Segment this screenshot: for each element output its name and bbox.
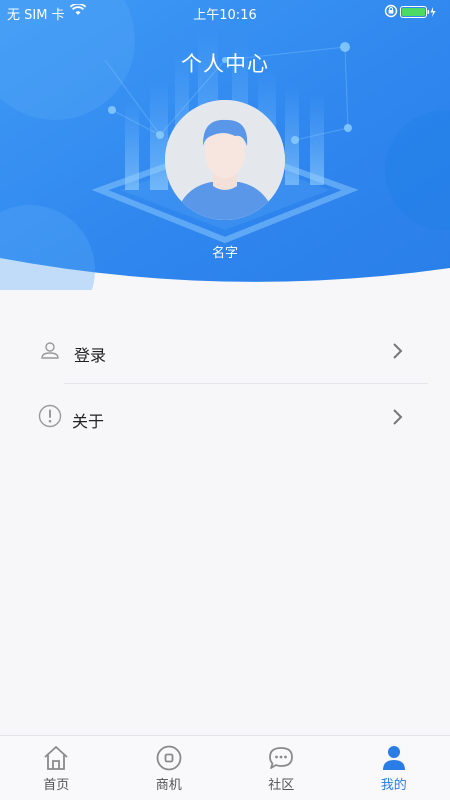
menu-item-label: 登录 [74, 346, 107, 365]
menu-item-login[interactable]: 登录 [0, 318, 450, 384]
orientation-lock-icon [384, 4, 398, 22]
profile-icon [380, 744, 408, 776]
tab-home[interactable]: 首页 [0, 736, 113, 800]
user-name: 名字 [211, 246, 238, 261]
tab-label: 首页 [43, 778, 70, 793]
tab-bar: 首页 商机 社区 我的 [0, 735, 450, 800]
status-time: 上午10:16 [193, 8, 257, 23]
tab-mine[interactable]: 我的 [338, 736, 450, 800]
page-title: 个人中心 [181, 52, 269, 76]
info-icon [38, 404, 62, 432]
person-icon [38, 340, 62, 368]
chevron-right-icon [392, 342, 404, 364]
profile-menu: 登录 关于 [0, 318, 450, 450]
tab-label: 商机 [155, 778, 182, 793]
home-icon [42, 744, 70, 776]
target-icon [155, 744, 183, 776]
avatar[interactable] [165, 100, 285, 220]
tab-label: 社区 [268, 778, 295, 793]
battery-icon [400, 6, 438, 22]
menu-item-label: 关于 [72, 412, 105, 431]
avatar-person-icon [165, 100, 285, 220]
menu-item-about[interactable]: 关于 [0, 384, 450, 450]
status-bar: 无 SIM 卡 上午10:16 [0, 0, 450, 24]
profile-header: 无 SIM 卡 上午10:16 个人中心 名字 [0, 0, 450, 290]
tab-business[interactable]: 商机 [113, 736, 226, 800]
screen: 无 SIM 卡 上午10:16 个人中心 名字 登录 关于 首页 商机 社区 我… [0, 0, 450, 800]
chat-icon [267, 744, 295, 776]
chevron-right-icon [392, 408, 404, 430]
tab-community[interactable]: 社区 [225, 736, 338, 800]
tab-label: 我的 [380, 778, 407, 793]
